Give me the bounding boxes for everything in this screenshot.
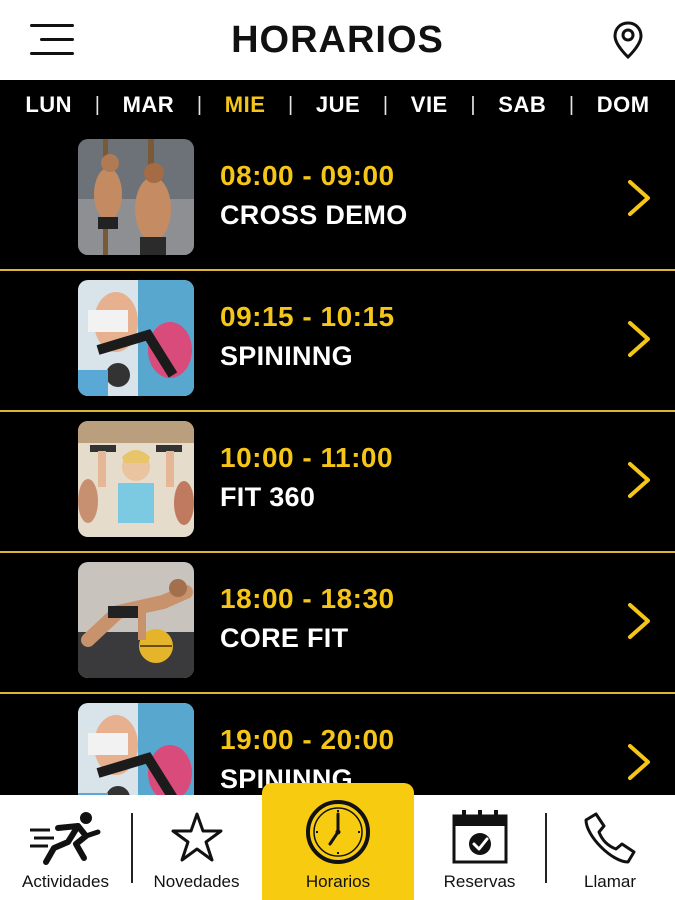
day-selector: LUN | MAR | MIE | JUE | VIE | SAB | DOM <box>0 80 675 130</box>
class-thumbnail <box>78 280 194 396</box>
nav-label: Actividades <box>22 872 109 891</box>
class-thumbnail <box>78 562 194 678</box>
chevron-right-icon[interactable] <box>625 460 653 500</box>
day-tab-mie[interactable]: MIE <box>225 92 266 118</box>
chevron-right-icon[interactable] <box>625 742 653 782</box>
day-tab-lun[interactable]: LUN <box>25 92 72 118</box>
nav-horarios[interactable]: Horarios <box>262 783 414 900</box>
page-title: HORARIOS <box>231 18 444 61</box>
class-row[interactable]: 18:00 - 18:30 CORE FIT <box>0 553 675 694</box>
class-name: FIT 360 <box>220 482 316 512</box>
class-time: 18:00 - 18:30 <box>220 583 395 614</box>
nav-actividades[interactable]: Actividades <box>0 795 131 900</box>
star-icon <box>171 812 222 862</box>
class-row[interactable]: 09:15 - 10:15 SPININNG <box>0 271 675 412</box>
nav-novedades[interactable]: Novedades <box>131 795 262 900</box>
class-name: CROSS DEMO <box>220 200 408 230</box>
day-separator: | <box>288 93 294 116</box>
class-info: 09:15 - 10:15 SPININNG <box>220 301 395 372</box>
nav-llamar[interactable]: Llamar <box>545 795 675 900</box>
hamburger-menu-icon[interactable] <box>30 22 78 58</box>
day-separator: | <box>470 93 476 116</box>
class-info: 08:00 - 09:00 CROSS DEMO <box>220 160 408 231</box>
class-info: 10:00 - 11:00 FIT 360 <box>220 442 393 513</box>
class-time: 08:00 - 09:00 <box>220 160 395 191</box>
calendar-check-icon <box>452 810 507 864</box>
chevron-right-icon[interactable] <box>625 319 653 359</box>
nav-label: Horarios <box>305 872 371 891</box>
day-separator: | <box>568 93 575 116</box>
app-header: HORARIOS <box>0 0 675 80</box>
day-tab-vie[interactable]: VIE <box>411 92 448 118</box>
chevron-right-icon[interactable] <box>625 601 653 641</box>
class-info: 18:00 - 18:30 CORE FIT <box>220 583 395 654</box>
day-separator: | <box>94 93 100 116</box>
running-person-icon <box>29 812 100 865</box>
day-tab-mar[interactable]: MAR <box>123 92 175 118</box>
class-schedule-list: 08:00 - 09:00 CROSS DEMO 09:15 - 10:15 S… <box>0 130 675 795</box>
class-name: SPININNG <box>220 341 353 371</box>
day-separator: | <box>382 93 389 116</box>
day-tab-jue[interactable]: JUE <box>316 92 360 118</box>
day-separator: | <box>196 93 203 116</box>
class-time: 10:00 - 11:00 <box>220 442 394 473</box>
class-thumbnail <box>78 703 194 795</box>
bottom-navigation: Actividades Novedades Horarios Reservas … <box>0 783 675 900</box>
nav-reservas[interactable]: Reservas <box>414 795 545 900</box>
day-tab-sab[interactable]: SAB <box>498 92 546 118</box>
class-time: 19:00 - 20:00 <box>220 724 395 755</box>
class-row[interactable]: 10:00 - 11:00 FIT 360 <box>0 412 675 553</box>
class-name: CORE FIT <box>220 623 349 653</box>
class-time: 09:15 - 10:15 <box>220 301 395 332</box>
class-row[interactable]: 19:00 - 20:00 SPININNG <box>0 694 675 795</box>
day-tab-dom[interactable]: DOM <box>597 92 650 118</box>
nav-label: Llamar <box>584 872 636 891</box>
class-thumbnail <box>78 421 194 537</box>
nav-label: Reservas <box>443 872 516 891</box>
class-row[interactable]: 08:00 - 09:00 CROSS DEMO <box>0 130 675 271</box>
nav-label: Novedades <box>153 872 240 891</box>
class-thumbnail <box>78 139 194 255</box>
chevron-right-icon[interactable] <box>625 178 653 218</box>
map-pin-icon[interactable] <box>611 20 645 60</box>
phone-icon <box>584 812 636 864</box>
clock-icon <box>306 800 370 864</box>
